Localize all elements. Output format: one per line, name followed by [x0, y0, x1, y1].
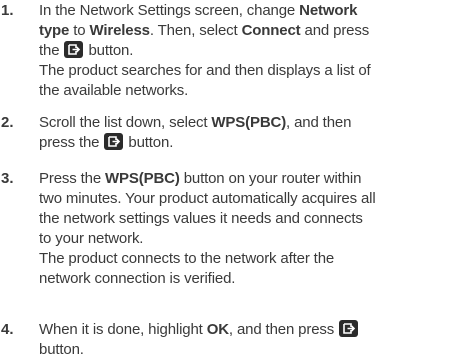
- text-run: two minutes. Your product automatically …: [39, 190, 376, 207]
- bold-term: Network: [299, 2, 358, 19]
- step-number: 3.: [1, 170, 14, 187]
- text-line: two minutes. Your product automatically …: [39, 189, 449, 209]
- text-run: The product connects to the network afte…: [39, 250, 335, 267]
- text-line: press the button.: [39, 133, 449, 153]
- text-line: the network settings values it needs and…: [39, 209, 449, 229]
- text-line: network connection is verified.: [39, 269, 449, 289]
- step-text: Scroll the list down, select WPS(PBC), a…: [39, 113, 449, 153]
- enter-button-icon: [104, 133, 124, 150]
- text-line: Press the WPS(PBC) button on your router…: [39, 169, 449, 189]
- text-run: to: [69, 22, 90, 39]
- text-run: The product searches for and then displa…: [39, 62, 371, 79]
- text-run: to your network.: [39, 230, 144, 247]
- text-run: In the Network Settings screen, change: [39, 2, 300, 19]
- text-run: Scroll the list down, select: [39, 114, 212, 131]
- text-line: the available networks.: [39, 81, 449, 101]
- text-run: When it is done, highlight: [39, 321, 207, 338]
- step-text: Press the WPS(PBC) button on your router…: [39, 169, 449, 289]
- text-run: , and then press: [228, 321, 339, 338]
- enter-button-icon: [64, 41, 84, 58]
- text-run: button.: [39, 341, 84, 358]
- step-text: When it is done, highlight OK, and then …: [39, 320, 449, 360]
- text-line: to your network.: [39, 229, 449, 249]
- text-run: button.: [124, 134, 174, 151]
- bold-term: WPS(PBC): [105, 170, 180, 187]
- bold-term: type: [39, 22, 70, 39]
- text-run: button.: [84, 42, 134, 59]
- step-text: In the Network Settings screen, change N…: [39, 1, 449, 101]
- text-line: The product searches for and then displa…: [39, 61, 449, 81]
- text-run: the: [39, 42, 64, 59]
- text-line: the button.: [39, 41, 449, 61]
- text-run: and press: [300, 22, 370, 39]
- bold-term: OK: [206, 321, 229, 338]
- bold-term: Connect: [241, 22, 301, 39]
- text-run: network connection is verified.: [39, 270, 236, 287]
- step-number: 1.: [1, 2, 14, 19]
- text-run: . Then, select: [149, 22, 242, 39]
- text-line: The product connects to the network afte…: [39, 249, 449, 269]
- step-number: 4.: [1, 321, 14, 338]
- text-run: the network settings values it needs and…: [39, 210, 363, 227]
- text-line: In the Network Settings screen, change N…: [39, 1, 449, 21]
- bold-term: Wireless: [89, 22, 151, 39]
- text-run: button on your router within: [179, 170, 362, 187]
- step-number: 2.: [1, 114, 14, 131]
- text-line: When it is done, highlight OK, and then …: [39, 320, 449, 340]
- text-run: press the: [39, 134, 104, 151]
- text-run: the available networks.: [39, 82, 189, 99]
- bold-term: WPS(PBC): [211, 114, 287, 131]
- text-line: type to Wireless. Then, select Connect a…: [39, 21, 449, 41]
- text-line: Scroll the list down, select WPS(PBC), a…: [39, 113, 449, 133]
- text-line: button.: [39, 340, 449, 360]
- text-run: Press the: [39, 170, 106, 187]
- enter-button-icon: [339, 320, 359, 337]
- text-run: , and then: [286, 114, 352, 131]
